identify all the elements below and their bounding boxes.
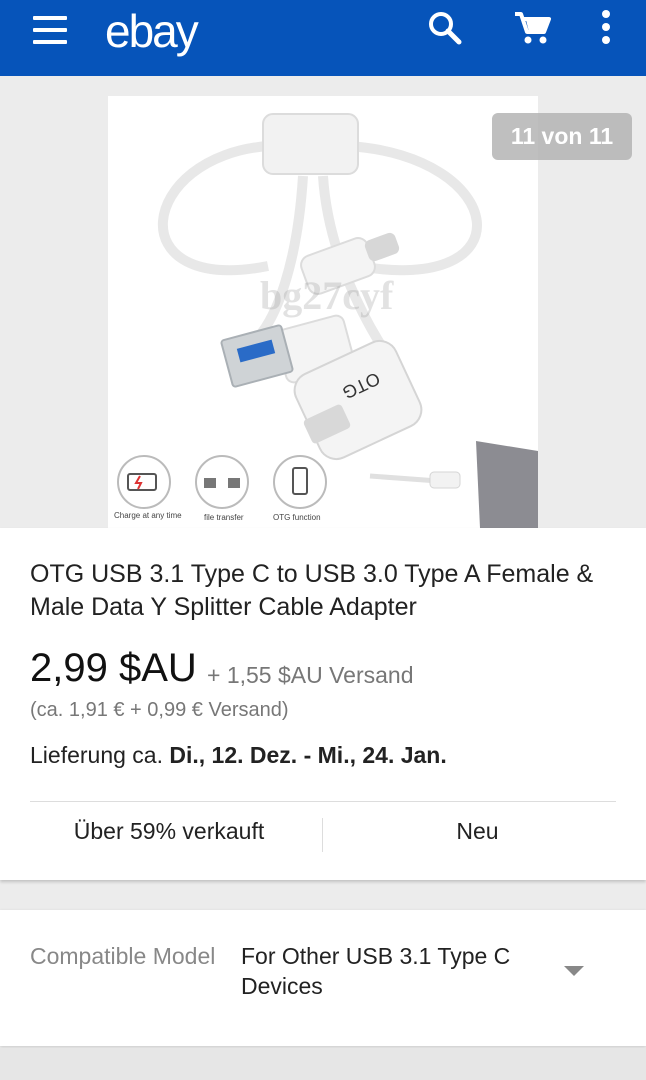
compatible-model-label: Compatible Model — [30, 943, 216, 969]
sold-percentage: Über 59% verkauft — [73, 818, 265, 844]
image-gallery[interactable]: OTG bg27cyf Charge at any time file tran… — [0, 96, 646, 528]
compatible-model-value[interactable]: For Other USB 3.1 Type C Devices — [241, 941, 541, 1001]
condition: Neu — [456, 818, 499, 844]
product-title: OTG USB 3.1 Type C to USB 3.0 Type A Fem… — [30, 560, 594, 621]
folder-icon — [195, 455, 249, 509]
compatible-model-selector[interactable]: Compatible Model For Other USB 3.1 Type … — [0, 910, 646, 1046]
ebay-logo[interactable]: ebay — [105, 4, 199, 58]
watermark: bg27cyf — [260, 273, 394, 318]
menu-icon[interactable] — [33, 16, 67, 44]
usb-icon — [273, 455, 327, 509]
feature-label-transfer: file transfer — [204, 513, 244, 522]
more-vert-icon[interactable] — [588, 8, 624, 48]
delivery-dates: Di., 12. Dez. - Mi., 24. Jan. — [169, 742, 447, 768]
top-app-bar: ebay — [0, 0, 646, 76]
product-image[interactable]: OTG bg27cyf Charge at any time file tran… — [108, 96, 538, 528]
divider — [30, 801, 616, 802]
image-counter-badge: 11 von 11 — [492, 113, 632, 160]
shipping-cost: + 1,55 $AU Versand — [207, 662, 414, 688]
search-icon[interactable] — [424, 8, 468, 48]
cart-icon[interactable] — [511, 8, 555, 48]
stat-separator — [322, 818, 323, 852]
delivery-estimate: Lieferung ca. Di., 12. Dez. - Mi., 24. J… — [30, 742, 447, 769]
price: 2,99 $AU — [30, 646, 197, 690]
converted-price: (ca. 1,91 € + 0,99 € Versand) — [30, 699, 289, 721]
next-card-edge — [0, 1048, 646, 1080]
battery-icon — [117, 455, 171, 509]
product-info-card: OTG USB 3.1 Type C to USB 3.0 Type A Fem… — [0, 528, 646, 880]
feature-label-otg: OTG function — [273, 513, 321, 522]
dropdown-caret-icon[interactable] — [562, 964, 586, 978]
feature-label-charge: Charge at any time — [114, 511, 182, 520]
delivery-prefix: Lieferung ca. — [30, 742, 170, 768]
